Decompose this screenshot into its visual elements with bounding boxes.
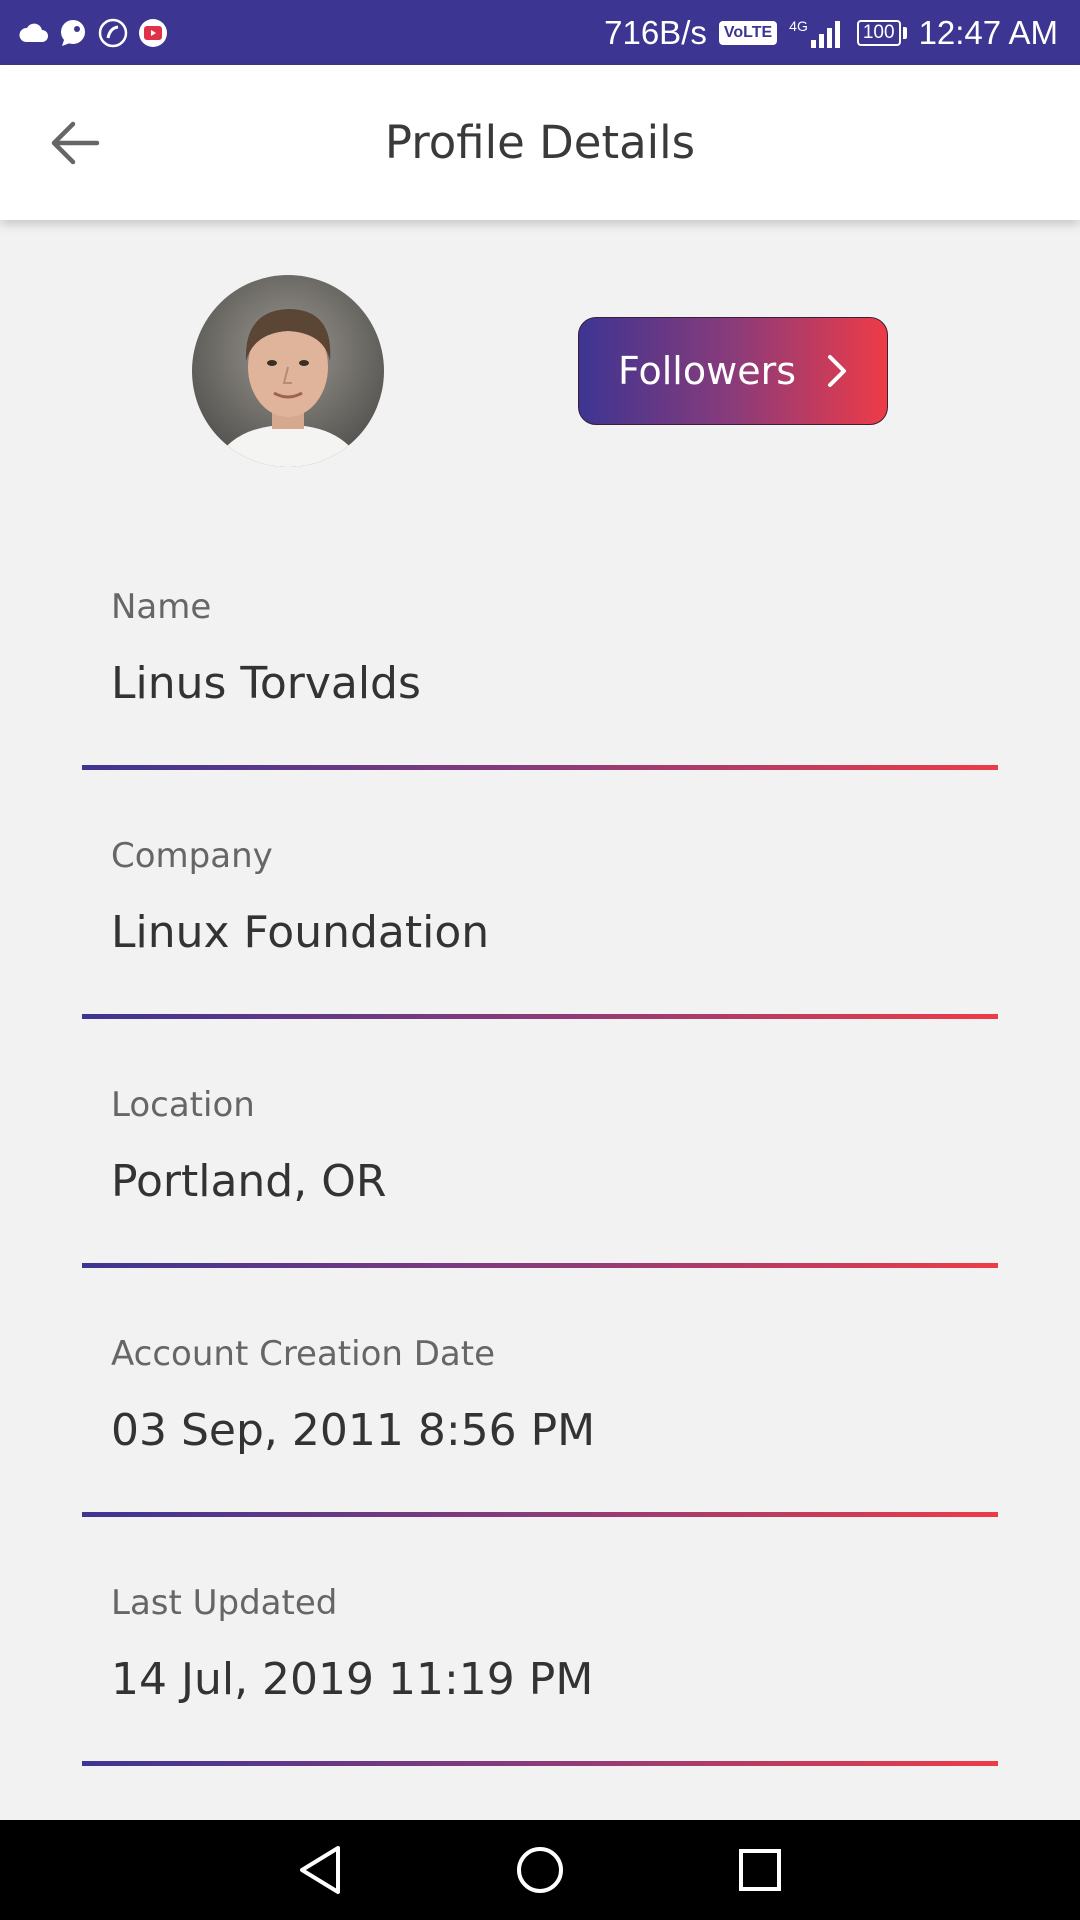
status-indicators: 716B/s VoLTE 4G 100 12:47 AM (604, 0, 1058, 65)
volte-icon: VoLTE (718, 20, 778, 45)
cloud-icon (18, 18, 48, 48)
field-value: 14 Jul, 2019 11:19 PM (111, 1654, 594, 1705)
net-speed: 716B/s (604, 13, 707, 51)
avatar (192, 275, 384, 467)
battery-icon: 100 (856, 19, 907, 46)
field-value: Linux Foundation (111, 907, 490, 958)
network-type: 4G (789, 17, 808, 34)
field-label: Account Creation Date (111, 1334, 496, 1374)
field-label: Company (111, 836, 273, 876)
nav-home-button[interactable] (495, 1825, 585, 1915)
field-value: Portland, OR (111, 1156, 387, 1207)
field-label: Name (111, 587, 212, 627)
field-location: Location Portland, OR (0, 1082, 1080, 1331)
signal-icon: 4G (789, 18, 845, 48)
field-label: Last Updated (111, 1583, 338, 1623)
nav-recents-icon (739, 1849, 781, 1891)
field-underline (82, 765, 998, 770)
nav-home-icon (517, 1847, 563, 1893)
field-value: Linus Torvalds (111, 658, 421, 709)
battery-level: 100 (856, 19, 901, 46)
youtube-icon (138, 18, 168, 48)
status-bar: 716B/s VoLTE 4G 100 12:47 AM (0, 0, 1080, 65)
phone-app-icon (98, 18, 128, 48)
nav-back-icon (300, 1846, 340, 1894)
field-label: Location (111, 1085, 255, 1125)
field-last-updated: Last Updated 14 Jul, 2019 11:19 PM (0, 1580, 1080, 1829)
chevron-right-icon (828, 355, 846, 387)
field-company: Company Linux Foundation (0, 833, 1080, 1082)
field-name: Name Linus Torvalds (0, 584, 1080, 833)
nav-recents-button[interactable] (715, 1825, 805, 1915)
field-underline (82, 1761, 998, 1766)
nav-back-button[interactable] (275, 1825, 365, 1915)
field-account-creation-date: Account Creation Date 03 Sep, 2011 8:56 … (0, 1331, 1080, 1580)
notification-icons (18, 14, 168, 52)
chat-bubble-icon (58, 18, 88, 48)
page-title: Profile Details (384, 116, 696, 169)
followers-button[interactable]: Followers (578, 317, 888, 425)
system-nav-bar (0, 1820, 1080, 1920)
clock: 12:47 AM (918, 13, 1058, 51)
app-bar: Profile Details (0, 65, 1080, 220)
field-value: 03 Sep, 2011 8:56 PM (111, 1405, 596, 1456)
followers-label: Followers (618, 349, 796, 393)
field-underline (82, 1263, 998, 1268)
field-underline (82, 1014, 998, 1019)
field-underline (82, 1512, 998, 1517)
